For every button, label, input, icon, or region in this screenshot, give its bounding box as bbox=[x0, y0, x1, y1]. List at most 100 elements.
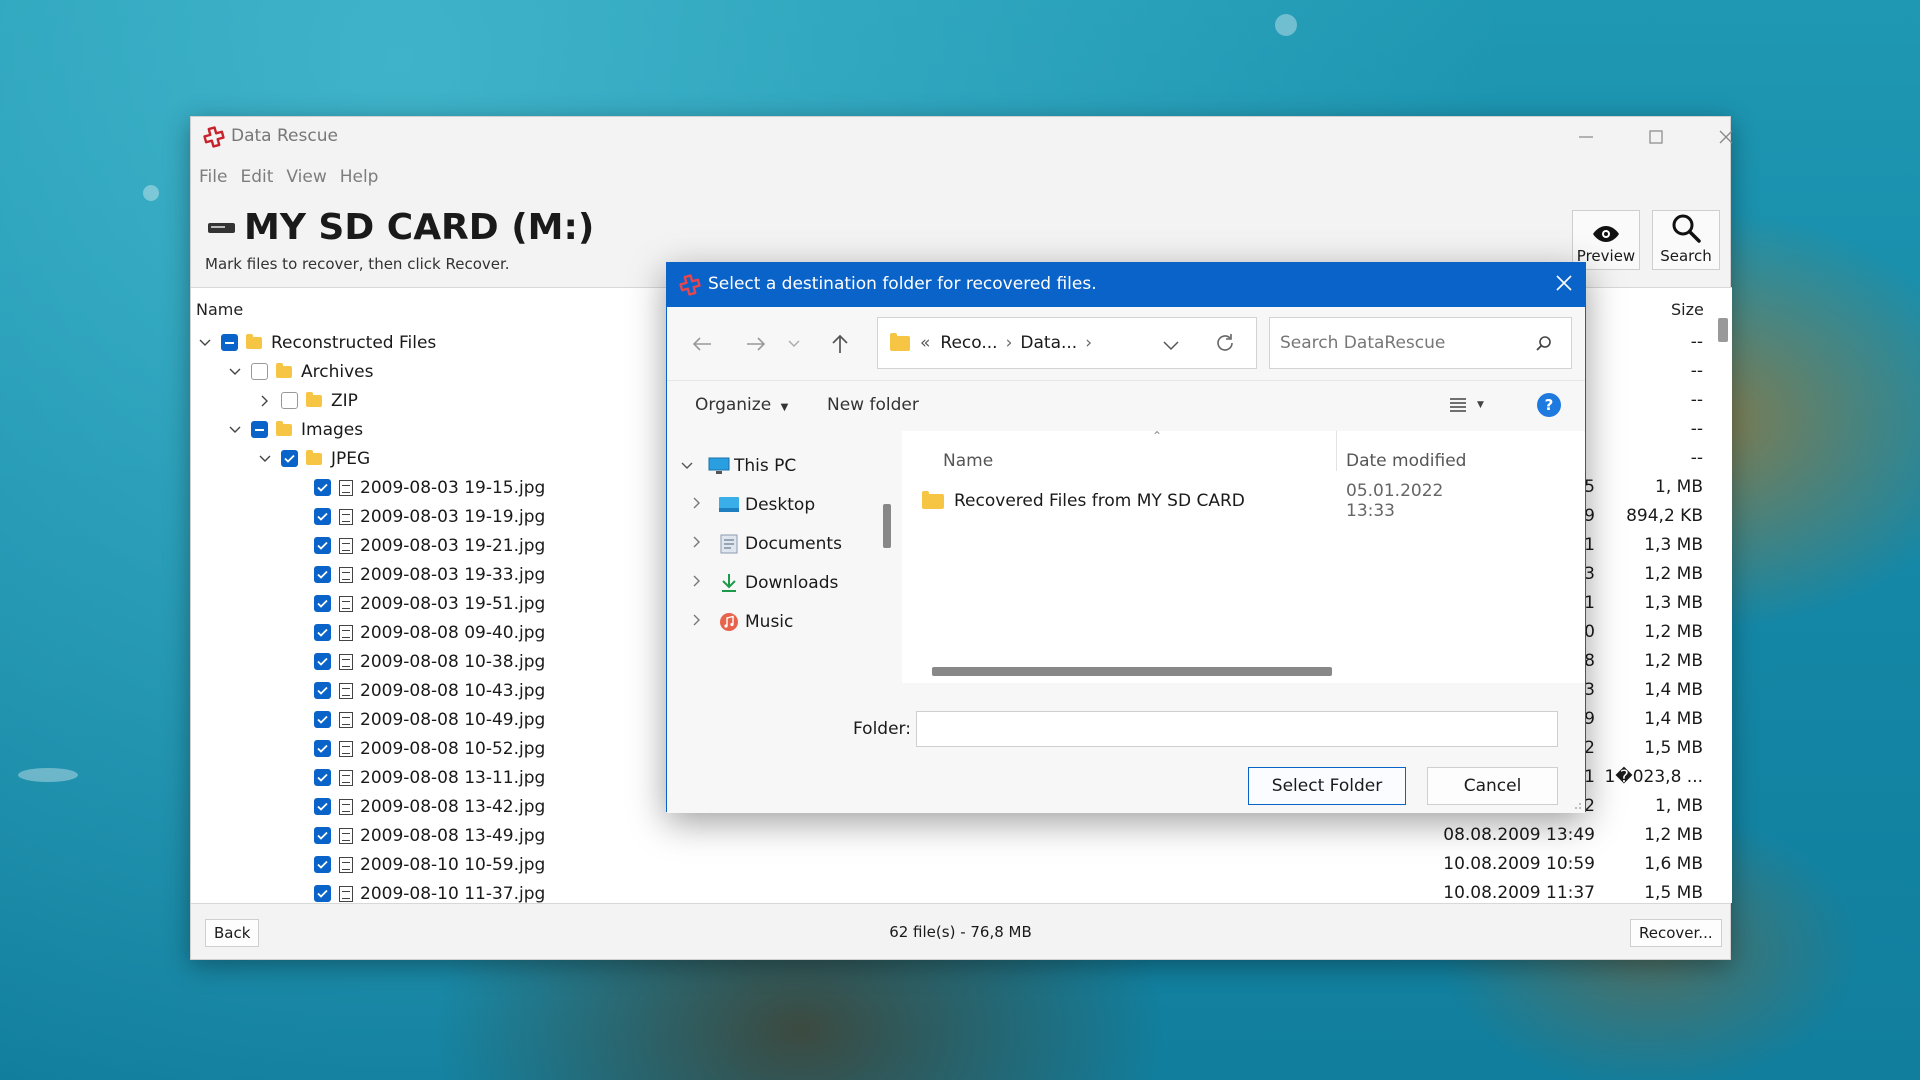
file-row[interactable]: 2009-08-10 10-59.jpg bbox=[314, 850, 545, 879]
nav-item[interactable]: This PC bbox=[679, 451, 796, 481]
tree-folder-row[interactable]: Archives bbox=[227, 357, 373, 386]
drive-title: MY SD CARD (M:) bbox=[244, 207, 595, 248]
chevron-right-icon[interactable] bbox=[689, 575, 705, 591]
file-name: 2009-08-08 13-42.jpg bbox=[360, 796, 546, 817]
file-row[interactable]: 2009-08-08 09-40.jpg bbox=[314, 618, 545, 647]
checkbox[interactable] bbox=[281, 450, 298, 467]
address-part-data[interactable]: Data... bbox=[1020, 333, 1077, 353]
vertical-scrollbar[interactable] bbox=[1718, 318, 1728, 342]
column-header-date[interactable]: Date modified bbox=[1346, 451, 1466, 471]
search-button[interactable]: Search bbox=[1652, 210, 1720, 270]
nav-item[interactable]: Downloads bbox=[689, 568, 838, 598]
forward-arrow-button[interactable] bbox=[741, 329, 771, 359]
address-part-reco[interactable]: Reco... bbox=[940, 333, 997, 353]
file-row[interactable]: 2009-08-08 10-43.jpg bbox=[314, 676, 545, 705]
size-cell: 1,2 MB bbox=[1644, 564, 1703, 584]
organize-button[interactable]: Organize ▼ bbox=[695, 395, 788, 415]
chevron-down-icon[interactable] bbox=[257, 451, 273, 467]
column-divider[interactable] bbox=[1336, 431, 1337, 471]
recover-button[interactable]: Recover... bbox=[1630, 919, 1722, 947]
checkbox[interactable] bbox=[281, 392, 298, 409]
file-row[interactable]: 2009-08-08 13-49.jpg bbox=[314, 821, 545, 850]
checkbox[interactable] bbox=[314, 827, 331, 844]
tree-folder-row[interactable]: Images bbox=[227, 415, 363, 444]
file-row[interactable]: 2009-08-08 13-11.jpg bbox=[314, 763, 545, 792]
cancel-button[interactable]: Cancel bbox=[1427, 767, 1558, 805]
column-header-name[interactable]: Name bbox=[196, 300, 243, 319]
view-options-button[interactable]: ▼ bbox=[1449, 397, 1484, 413]
menu-help[interactable]: Help bbox=[340, 167, 388, 187]
select-folder-button[interactable]: Select Folder bbox=[1248, 767, 1406, 805]
chevron-right-icon[interactable] bbox=[689, 497, 705, 513]
checkbox[interactable] bbox=[314, 798, 331, 815]
checkbox[interactable] bbox=[221, 334, 238, 351]
nav-item[interactable]: Documents bbox=[689, 529, 842, 559]
file-row[interactable]: 2009-08-08 13-42.jpg bbox=[314, 792, 545, 821]
resize-grip-icon[interactable] bbox=[1572, 800, 1582, 810]
menu-edit[interactable]: Edit bbox=[240, 167, 282, 187]
address-overflow[interactable]: « bbox=[920, 333, 930, 353]
search-input[interactable]: Search DataRescue bbox=[1269, 317, 1572, 369]
chevron-down-icon[interactable] bbox=[197, 335, 213, 351]
navpane-scrollbar[interactable] bbox=[883, 504, 891, 548]
file-row[interactable]: 2009-08-03 19-33.jpg bbox=[314, 560, 545, 589]
address-bar[interactable]: « Reco... › Data... › bbox=[877, 317, 1257, 369]
checkbox[interactable] bbox=[314, 682, 331, 699]
address-dropdown-button[interactable] bbox=[1163, 336, 1179, 356]
nav-item[interactable]: Desktop bbox=[689, 490, 815, 520]
file-row[interactable]: 2009-08-03 19-19.jpg bbox=[314, 502, 545, 531]
checkbox[interactable] bbox=[314, 595, 331, 612]
column-header-name[interactable]: Name bbox=[943, 451, 993, 471]
tree-folder-row[interactable]: Reconstructed Files bbox=[197, 328, 436, 357]
preview-button[interactable]: Preview bbox=[1572, 210, 1640, 270]
checkbox[interactable] bbox=[314, 508, 331, 525]
checkbox[interactable] bbox=[314, 711, 331, 728]
chevron-right-icon[interactable] bbox=[689, 614, 705, 630]
maximize-button[interactable] bbox=[1621, 117, 1691, 157]
chevron-down-icon[interactable] bbox=[227, 364, 243, 380]
chevron-right-icon[interactable] bbox=[689, 536, 705, 552]
horizontal-scrollbar[interactable] bbox=[932, 667, 1332, 676]
file-row[interactable]: 2009-08-03 19-21.jpg bbox=[314, 531, 545, 560]
checkbox[interactable] bbox=[314, 479, 331, 496]
checkbox[interactable] bbox=[314, 885, 331, 902]
checkbox[interactable] bbox=[251, 421, 268, 438]
up-folder-button[interactable] bbox=[825, 329, 855, 359]
help-button[interactable]: ? bbox=[1537, 393, 1561, 417]
refresh-button[interactable] bbox=[1214, 332, 1236, 359]
minimize-button[interactable] bbox=[1551, 117, 1621, 157]
checkbox[interactable] bbox=[314, 769, 331, 786]
nav-item[interactable]: Music bbox=[689, 607, 793, 637]
folder-field[interactable] bbox=[916, 711, 1558, 747]
chevron-right-icon[interactable] bbox=[257, 393, 273, 409]
column-header-size[interactable]: Size bbox=[1671, 300, 1704, 319]
image-file-icon bbox=[339, 885, 353, 902]
file-row[interactable]: 2009-08-03 19-51.jpg bbox=[314, 589, 545, 618]
file-row[interactable]: 2009-08-08 10-52.jpg bbox=[314, 734, 545, 763]
checkbox[interactable] bbox=[314, 856, 331, 873]
chevron-down-icon[interactable] bbox=[679, 459, 695, 474]
checkbox[interactable] bbox=[314, 566, 331, 583]
menu-file[interactable]: File bbox=[199, 167, 236, 187]
file-row[interactable]: 2009-08-08 10-38.jpg bbox=[314, 647, 545, 676]
file-row[interactable]: 2009-08-10 11-37.jpg bbox=[314, 879, 545, 903]
folder-row[interactable]: Recovered Files from MY SD CARD 05.01.20… bbox=[922, 481, 1443, 521]
checkbox[interactable] bbox=[251, 363, 268, 380]
file-row[interactable]: 2009-08-08 10-49.jpg bbox=[314, 705, 545, 734]
tree-folder-row[interactable]: ZIP bbox=[257, 386, 358, 415]
checkbox[interactable] bbox=[314, 624, 331, 641]
dialog-title-bar: Select a destination folder for recovere… bbox=[667, 263, 1585, 307]
new-folder-button[interactable]: New folder bbox=[827, 395, 919, 415]
tree-folder-row[interactable]: JPEG bbox=[257, 444, 370, 473]
dialog-close-button[interactable] bbox=[1555, 273, 1573, 298]
menu-view[interactable]: View bbox=[286, 167, 335, 187]
back-arrow-button[interactable] bbox=[687, 329, 717, 359]
chevron-down-icon[interactable] bbox=[227, 422, 243, 438]
checkbox[interactable] bbox=[314, 537, 331, 554]
checkbox[interactable] bbox=[314, 740, 331, 757]
window-title: Data Rescue bbox=[231, 126, 338, 146]
recent-locations-button[interactable] bbox=[779, 329, 809, 359]
file-row[interactable]: 2009-08-03 19-15.jpg bbox=[314, 473, 545, 502]
checkbox[interactable] bbox=[314, 653, 331, 670]
close-button[interactable] bbox=[1691, 117, 1761, 157]
